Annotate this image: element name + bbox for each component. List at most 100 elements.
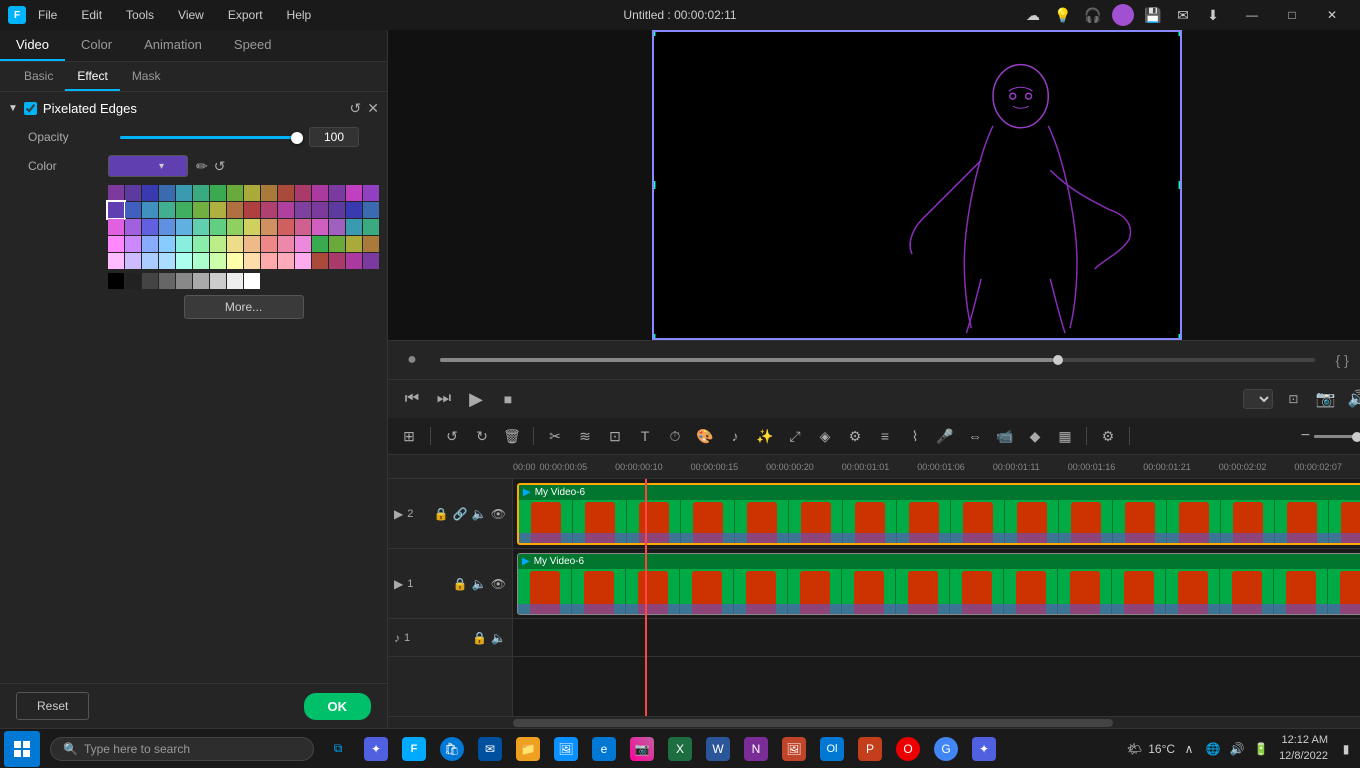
gray-cell[interactable]	[176, 273, 192, 289]
menu-view[interactable]: View	[174, 6, 208, 24]
palette-cell[interactable]	[125, 253, 141, 269]
palette-cell[interactable]	[346, 236, 362, 252]
track-eye-icon[interactable]: 👁	[491, 577, 506, 591]
avatar-icon[interactable]	[1112, 4, 1134, 26]
palette-cell[interactable]	[312, 253, 328, 269]
palette-cell[interactable]	[210, 236, 226, 252]
palette-cell[interactable]	[312, 202, 328, 218]
track-eye-icon[interactable]: 👁	[491, 507, 506, 521]
keyframe-icon[interactable]: ◆	[1022, 423, 1048, 449]
palette-cell[interactable]	[159, 219, 175, 235]
palette-cell[interactable]	[227, 253, 243, 269]
palette-cell-selected[interactable]	[108, 202, 124, 218]
taskbar-app-edge[interactable]: e	[586, 731, 622, 767]
taskbar-app-chrome[interactable]: G	[928, 731, 964, 767]
split-icon[interactable]: ⇔	[962, 423, 988, 449]
palette-cell[interactable]	[227, 202, 243, 218]
taskbar-app-pp[interactable]: P	[852, 731, 888, 767]
taskbar-app-instagram[interactable]: 📷	[624, 731, 660, 767]
preview-timeline[interactable]	[440, 358, 1315, 362]
menu-file[interactable]: File	[34, 6, 61, 24]
taskbar-app-mail[interactable]: ✉	[472, 731, 508, 767]
tab-color[interactable]: Color	[65, 30, 128, 61]
palette-cell[interactable]	[295, 185, 311, 201]
palette-cell[interactable]	[261, 219, 277, 235]
palette-cell[interactable]	[142, 253, 158, 269]
palette-cell[interactable]	[142, 219, 158, 235]
track-lock-icon[interactable]: 🔒	[472, 631, 487, 645]
track-mute-icon[interactable]: 🔈	[491, 631, 506, 645]
palette-cell[interactable]	[295, 253, 311, 269]
tab-mask[interactable]: Mask	[120, 62, 173, 91]
palette-cell[interactable]	[193, 236, 209, 252]
taskbar-app-word[interactable]: W	[700, 731, 736, 767]
start-button[interactable]	[4, 731, 40, 767]
palette-cell[interactable]	[363, 219, 379, 235]
redo-icon[interactable]: ↻	[469, 423, 495, 449]
tab-video[interactable]: Video	[0, 30, 65, 61]
palette-cell[interactable]	[363, 185, 379, 201]
palette-cell[interactable]	[193, 253, 209, 269]
palette-cell[interactable]	[312, 219, 328, 235]
palette-cell[interactable]	[346, 202, 362, 218]
palette-cell[interactable]	[261, 236, 277, 252]
opacity-slider[interactable]	[120, 136, 297, 139]
palette-cell[interactable]	[108, 185, 124, 201]
color-reset-icon[interactable]: ↺	[214, 158, 226, 175]
palette-cell[interactable]	[363, 202, 379, 218]
palette-cell[interactable]	[329, 236, 345, 252]
palette-cell[interactable]	[346, 253, 362, 269]
palette-cell[interactable]	[244, 202, 260, 218]
settings-icon[interactable]: ⚙	[1095, 423, 1121, 449]
track-mute-icon[interactable]: 🔈	[472, 577, 487, 591]
tab-basic[interactable]: Basic	[12, 62, 65, 91]
prev-frame-icon[interactable]: ⏮	[400, 387, 424, 411]
menu-help[interactable]: Help	[283, 6, 316, 24]
palette-cell[interactable]	[261, 253, 277, 269]
palette-cell[interactable]	[244, 236, 260, 252]
video-clip-v1[interactable]: ▶ My Video-6	[517, 553, 1360, 615]
track-lock-icon[interactable]: 🔒	[434, 507, 449, 521]
taskbar-app-copilot[interactable]: ✦	[358, 731, 394, 767]
taskbar-app-opera[interactable]: O	[890, 731, 926, 767]
zoom-slider[interactable]	[1314, 435, 1360, 438]
palette-cell[interactable]	[227, 236, 243, 252]
tray-weather[interactable]: 🌤	[1124, 739, 1144, 759]
palette-cell[interactable]	[227, 219, 243, 235]
effect-enable-checkbox[interactable]	[24, 102, 37, 115]
curve-icon[interactable]: ⌇	[902, 423, 928, 449]
palette-cell[interactable]	[125, 202, 141, 218]
light-icon[interactable]: 💡	[1052, 4, 1074, 26]
gray-cell[interactable]	[125, 273, 141, 289]
gray-cell[interactable]	[108, 273, 124, 289]
gray-cell[interactable]	[210, 273, 226, 289]
palette-cell[interactable]	[176, 202, 192, 218]
horizontal-scrollbar[interactable]	[388, 716, 1360, 728]
palette-cell[interactable]	[142, 185, 158, 201]
palette-cell[interactable]	[176, 236, 192, 252]
cloud-icon[interactable]: ☁	[1022, 4, 1044, 26]
pip-icon[interactable]: ⊡	[1281, 387, 1305, 411]
frame-icon[interactable]: ▦	[1052, 423, 1078, 449]
palette-cell[interactable]	[210, 185, 226, 201]
palette-cell[interactable]	[108, 253, 124, 269]
track-lock-icon[interactable]: 🔒	[453, 577, 468, 591]
palette-cell[interactable]	[244, 185, 260, 201]
eyedropper-icon[interactable]: ✏	[196, 158, 208, 175]
palette-cell[interactable]	[142, 202, 158, 218]
palette-cell[interactable]	[261, 185, 277, 201]
tray-network[interactable]: 🌐	[1203, 739, 1223, 759]
tab-animation[interactable]: Animation	[128, 30, 218, 61]
play-button[interactable]: ▶	[464, 387, 488, 411]
video-clip-v2[interactable]: ▶ My Video-6	[517, 483, 1360, 545]
resize-icon[interactable]: ⤢	[782, 423, 808, 449]
palette-cell[interactable]	[295, 236, 311, 252]
ok-button[interactable]: OK	[304, 693, 372, 720]
mic-icon[interactable]: 🎤	[932, 423, 958, 449]
palette-cell[interactable]	[363, 236, 379, 252]
music-icon[interactable]: ♪	[722, 423, 748, 449]
prev-button[interactable]: ⏭	[432, 387, 456, 411]
palette-cell[interactable]	[159, 253, 175, 269]
color-dropdown[interactable]: ▾	[108, 155, 188, 177]
palette-cell[interactable]	[176, 253, 192, 269]
